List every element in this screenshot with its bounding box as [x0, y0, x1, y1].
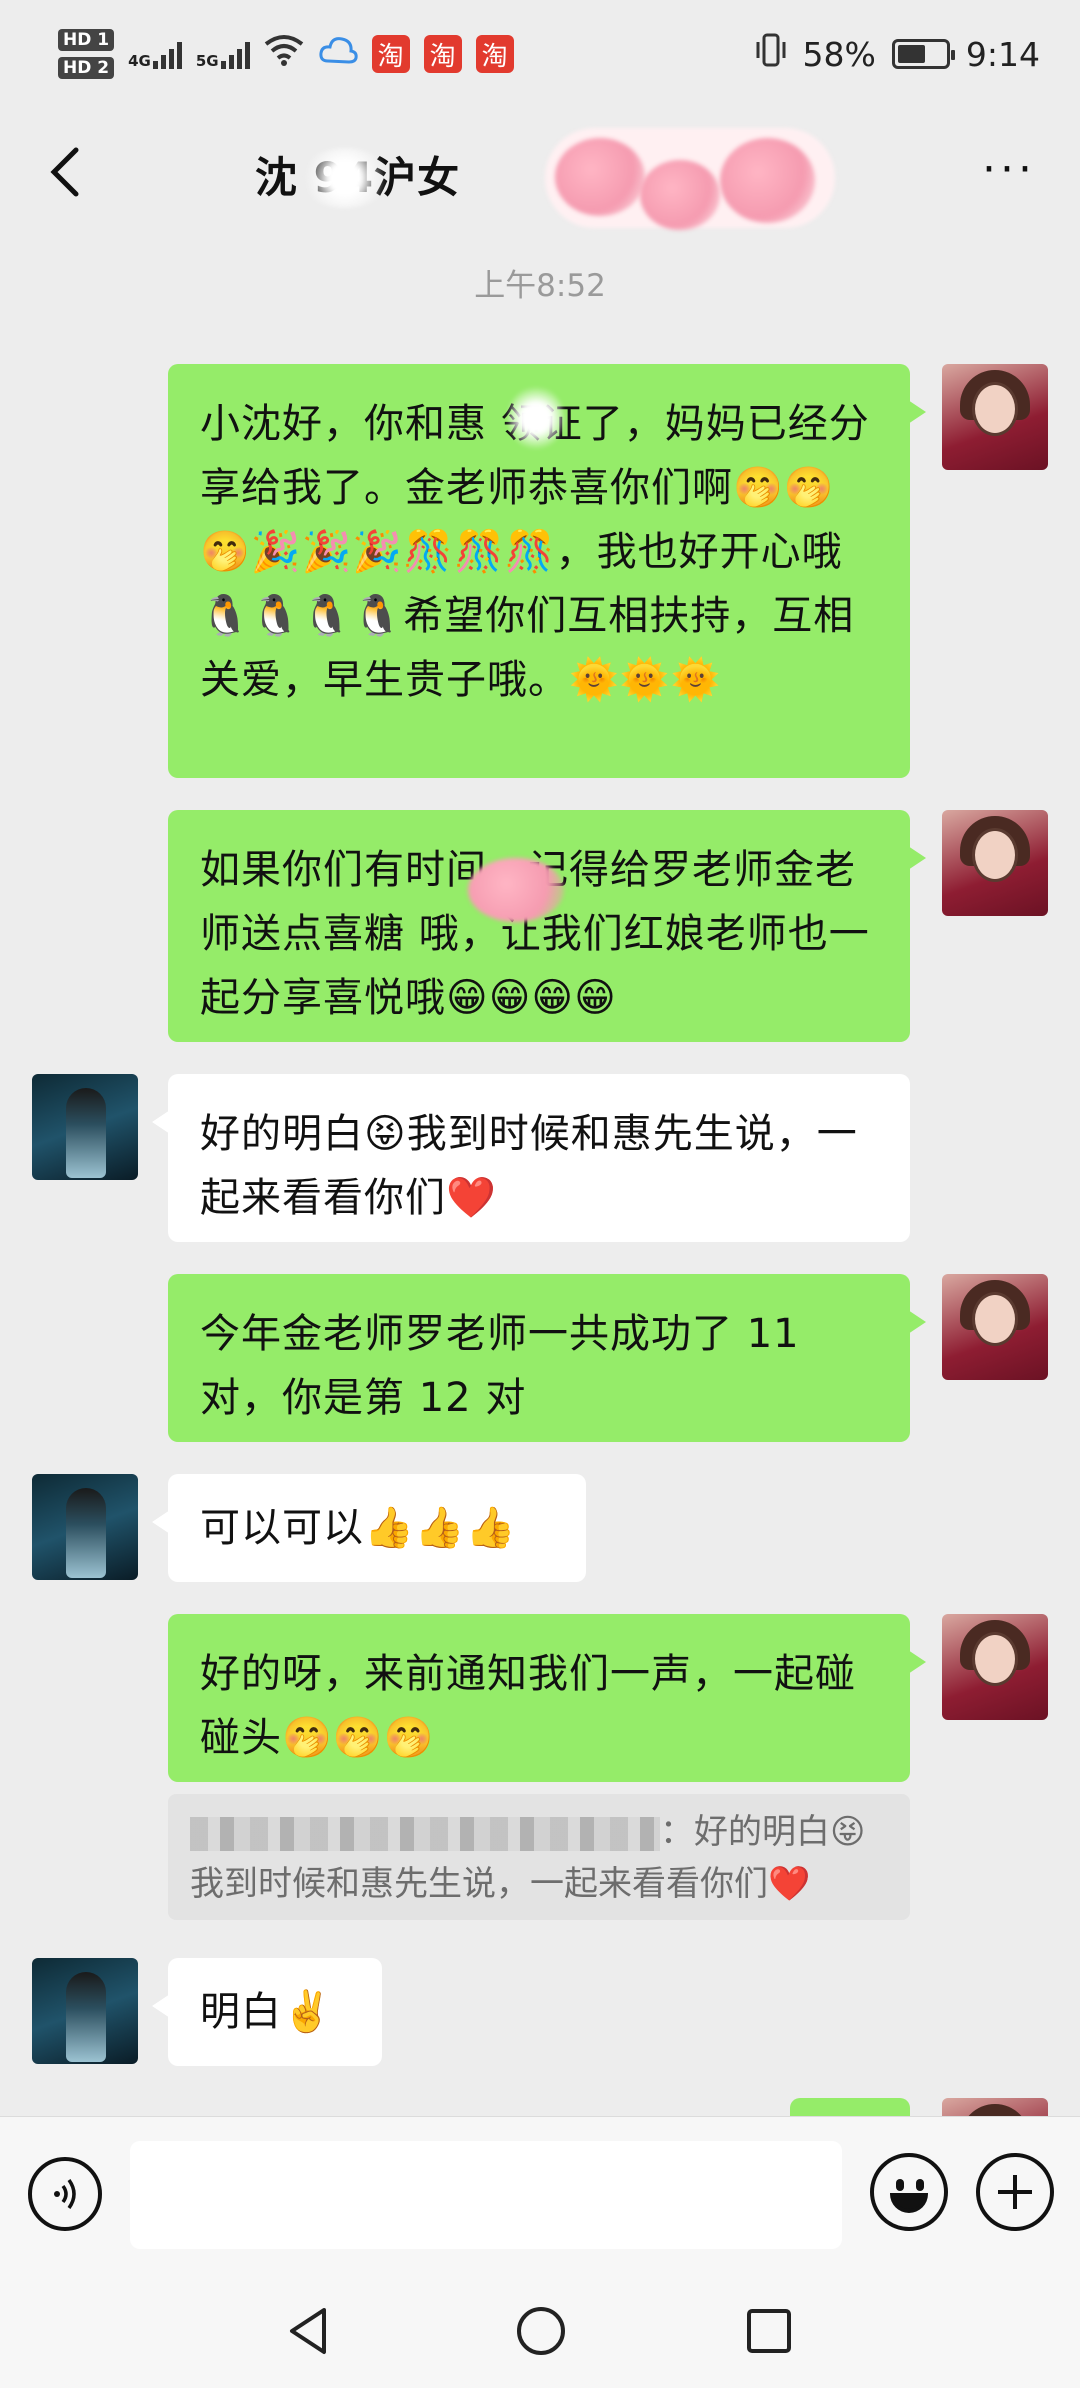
vibrate-icon	[755, 32, 787, 76]
system-navigation-bar	[0, 2274, 1080, 2388]
taobao-icon: 淘	[475, 35, 514, 73]
chat-header: 沈 94沪女 ···	[0, 108, 1080, 236]
privacy-blur	[468, 858, 564, 922]
chevron-left-icon	[50, 147, 79, 197]
nav-home-button[interactable]	[512, 2302, 570, 2360]
message-bubble-me[interactable]: 好的呀，来前通知我们一声，一起碰碰头🤭🤭🤭	[168, 1614, 926, 1782]
status-left-icons: HD 1 HD 2 4G 5G 淘 淘 淘	[58, 29, 514, 79]
triangle-back-icon	[290, 2308, 326, 2354]
square-recents-icon	[747, 2309, 791, 2353]
circle-home-icon	[517, 2307, 565, 2355]
nav-back-button[interactable]	[280, 2302, 338, 2360]
hd-indicators: HD 1 HD 2	[58, 29, 115, 79]
back-button[interactable]	[40, 142, 100, 202]
nav-recents-button[interactable]	[740, 2302, 798, 2360]
signal1-icon: 4G	[128, 39, 182, 69]
privacy-sticker-heart	[720, 138, 815, 223]
battery-level	[897, 45, 925, 63]
status-bar: HD 1 HD 2 4G 5G 淘 淘 淘 58% 9:14	[0, 0, 1080, 108]
cloud-sync-icon	[318, 33, 358, 76]
battery-percent: 58%	[802, 34, 876, 74]
privacy-blur	[508, 386, 564, 450]
message-bubble-me[interactable]: 如果你们有时间，记得给罗老师金老师送点喜糖 哦，让我们红娘老师也一起分享喜悦哦😁…	[168, 810, 926, 1042]
quote-line-1: ：好的明白😝	[660, 1812, 866, 1852]
message-bubble-other[interactable]: 好的明白😝我到时候和惠先生说，一起来看看你们❤️	[152, 1074, 910, 1242]
battery-icon	[891, 39, 955, 69]
contact-avatar[interactable]	[32, 1074, 138, 1180]
privacy-sticker-heart	[640, 160, 720, 230]
my-avatar[interactable]	[942, 2098, 1048, 2116]
contact-avatar[interactable]	[32, 1958, 138, 2064]
message-timestamp: 上午8:52	[474, 268, 606, 304]
message-bubble-me-partial[interactable]	[790, 2098, 910, 2116]
privacy-blur	[300, 148, 390, 208]
my-avatar[interactable]	[942, 810, 1048, 916]
my-avatar[interactable]	[942, 1614, 1048, 1720]
taobao-icon: 淘	[371, 35, 410, 73]
my-avatar[interactable]	[942, 364, 1048, 470]
clock: 9:14	[965, 34, 1040, 74]
taobao-icon: 淘	[423, 35, 462, 73]
emoji-button[interactable]	[870, 2153, 948, 2231]
message-bubble-other[interactable]: 明白✌️	[152, 1958, 382, 2066]
signal2-icon: 5G	[196, 39, 250, 69]
more-functions-button[interactable]	[976, 2153, 1054, 2231]
quoted-message[interactable]: ：好的明白😝 我到时候和惠先生说，一起来看看你们❤️	[168, 1794, 910, 1920]
wifi-icon	[264, 34, 304, 75]
voice-input-button[interactable]	[28, 2157, 102, 2231]
voice-icon	[54, 2178, 76, 2210]
contact-avatar[interactable]	[32, 1474, 138, 1580]
quote-line-2: 我到时候和惠先生说，一起来看看你们❤️	[190, 1864, 811, 1904]
message-list[interactable]: 上午8:52 小沈好，你和惠 领证了，妈妈已经分享给我了。金老师恭喜你们啊🤭🤭🤭…	[0, 236, 1080, 2116]
status-right-icons: 58% 9:14	[755, 32, 1040, 76]
message-bubble-other[interactable]: 可以可以👍👍👍	[152, 1474, 586, 1582]
input-bar	[0, 2116, 1080, 2274]
privacy-sticker-heart	[555, 138, 645, 216]
message-input[interactable]	[130, 2141, 842, 2249]
my-avatar[interactable]	[942, 1274, 1048, 1380]
message-bubble-me[interactable]: 今年金老师罗老师一共成功了 11 对，你是第 12 对	[168, 1274, 926, 1442]
hd1-badge: HD 1	[58, 29, 115, 51]
pixelated-name	[190, 1816, 660, 1851]
hd2-badge: HD 2	[58, 57, 115, 79]
more-options-button[interactable]: ···	[982, 148, 1036, 192]
